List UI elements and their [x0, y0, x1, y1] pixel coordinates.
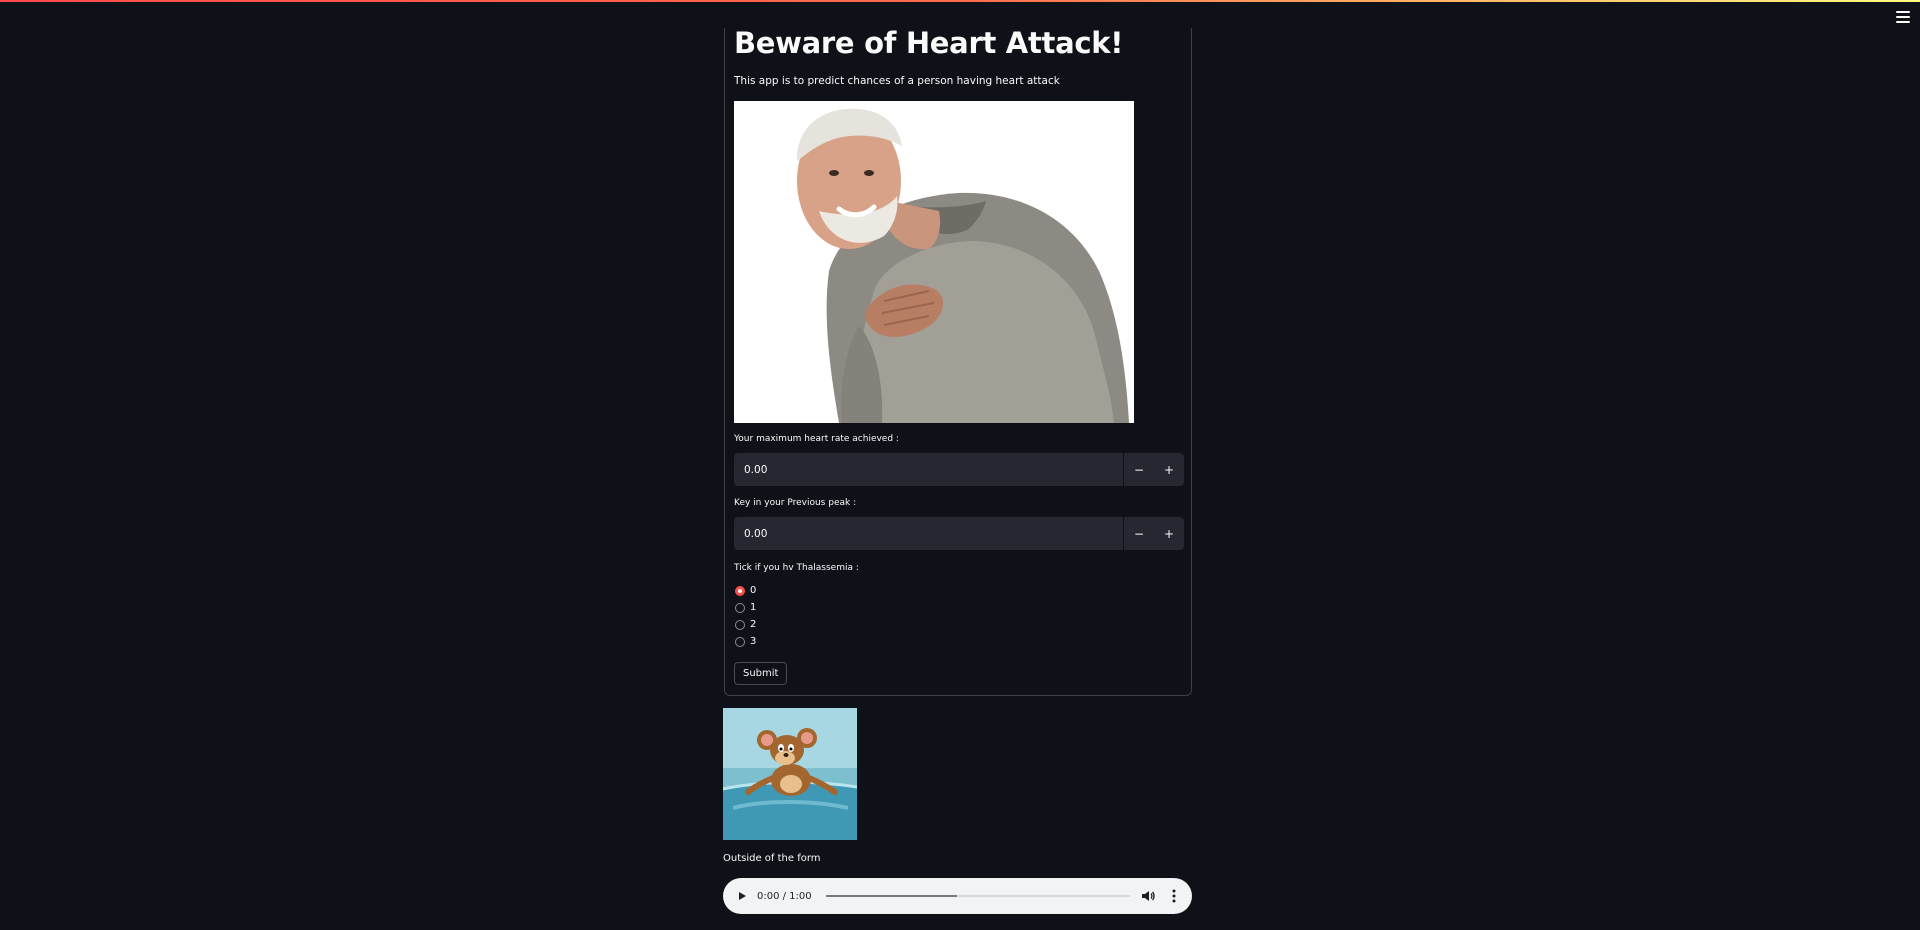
vertical-dots-icon: [1172, 889, 1176, 903]
thalassemia-option-1[interactable]: 1: [735, 602, 756, 613]
radio-unselected-icon: [735, 636, 745, 647]
previous-peak-decrement-button[interactable]: −: [1123, 517, 1154, 550]
menu-line: [1896, 16, 1910, 18]
previous-peak-label: Key in your Previous peak :: [734, 498, 857, 508]
max-heart-rate-increment-button[interactable]: +: [1154, 453, 1184, 486]
man-holding-chest-illustration: [734, 101, 1134, 423]
thalassemia-option-3[interactable]: 3: [735, 636, 756, 647]
max-heart-rate-value[interactable]: 0.00: [734, 453, 1123, 486]
radio-option-label: 1: [750, 602, 757, 613]
radio-unselected-icon: [735, 619, 745, 630]
menu-line: [1896, 11, 1910, 13]
page-title: Beware of Heart Attack!: [734, 26, 1124, 60]
cartoon-mouse-image: [723, 708, 857, 840]
audio-player: 0:00 / 1:00: [723, 878, 1192, 914]
thalassemia-label: Tick if you hv Thalassemia :: [734, 563, 859, 573]
submit-button[interactable]: Submit: [734, 662, 788, 685]
radio-option-label: 2: [750, 619, 757, 630]
radio-unselected-icon: [735, 602, 745, 613]
volume-icon[interactable]: [1140, 888, 1156, 904]
radio-selected-icon: [735, 585, 745, 596]
heart-attack-man-image: [734, 101, 1134, 423]
menu-line: [1896, 21, 1910, 23]
thalassemia-option-0[interactable]: 0: [735, 585, 756, 596]
max-heart-rate-decrement-button[interactable]: −: [1123, 453, 1154, 486]
audio-buffered-progress: [825, 895, 957, 897]
audio-time-display: 0:00 / 1:00: [757, 890, 812, 902]
hamburger-menu-icon[interactable]: [1894, 9, 1912, 25]
audio-seek-bar[interactable]: [825, 895, 1130, 897]
previous-peak-input: 0.00 − +: [734, 517, 1184, 550]
top-decoration-stripe: [0, 0, 1920, 2]
speaker-icon: [1142, 891, 1155, 901]
previous-peak-increment-button[interactable]: +: [1154, 517, 1184, 550]
radio-option-label: 3: [750, 636, 757, 647]
play-triangle-icon: [739, 892, 746, 900]
thalassemia-option-2[interactable]: 2: [735, 619, 756, 630]
cartoon-mouse-illustration: [723, 708, 857, 840]
more-options-icon[interactable]: [1166, 888, 1182, 904]
previous-peak-value[interactable]: 0.00: [734, 517, 1123, 550]
radio-option-label: 0: [750, 585, 757, 596]
page-subtitle: This app is to predict chances of a pers…: [734, 75, 1060, 87]
play-icon[interactable]: [735, 889, 749, 903]
outside-form-text: Outside of the form: [723, 853, 821, 864]
max-heart-rate-label: Your maximum heart rate achieved :: [734, 434, 899, 444]
max-heart-rate-input: 0.00 − +: [734, 453, 1184, 486]
